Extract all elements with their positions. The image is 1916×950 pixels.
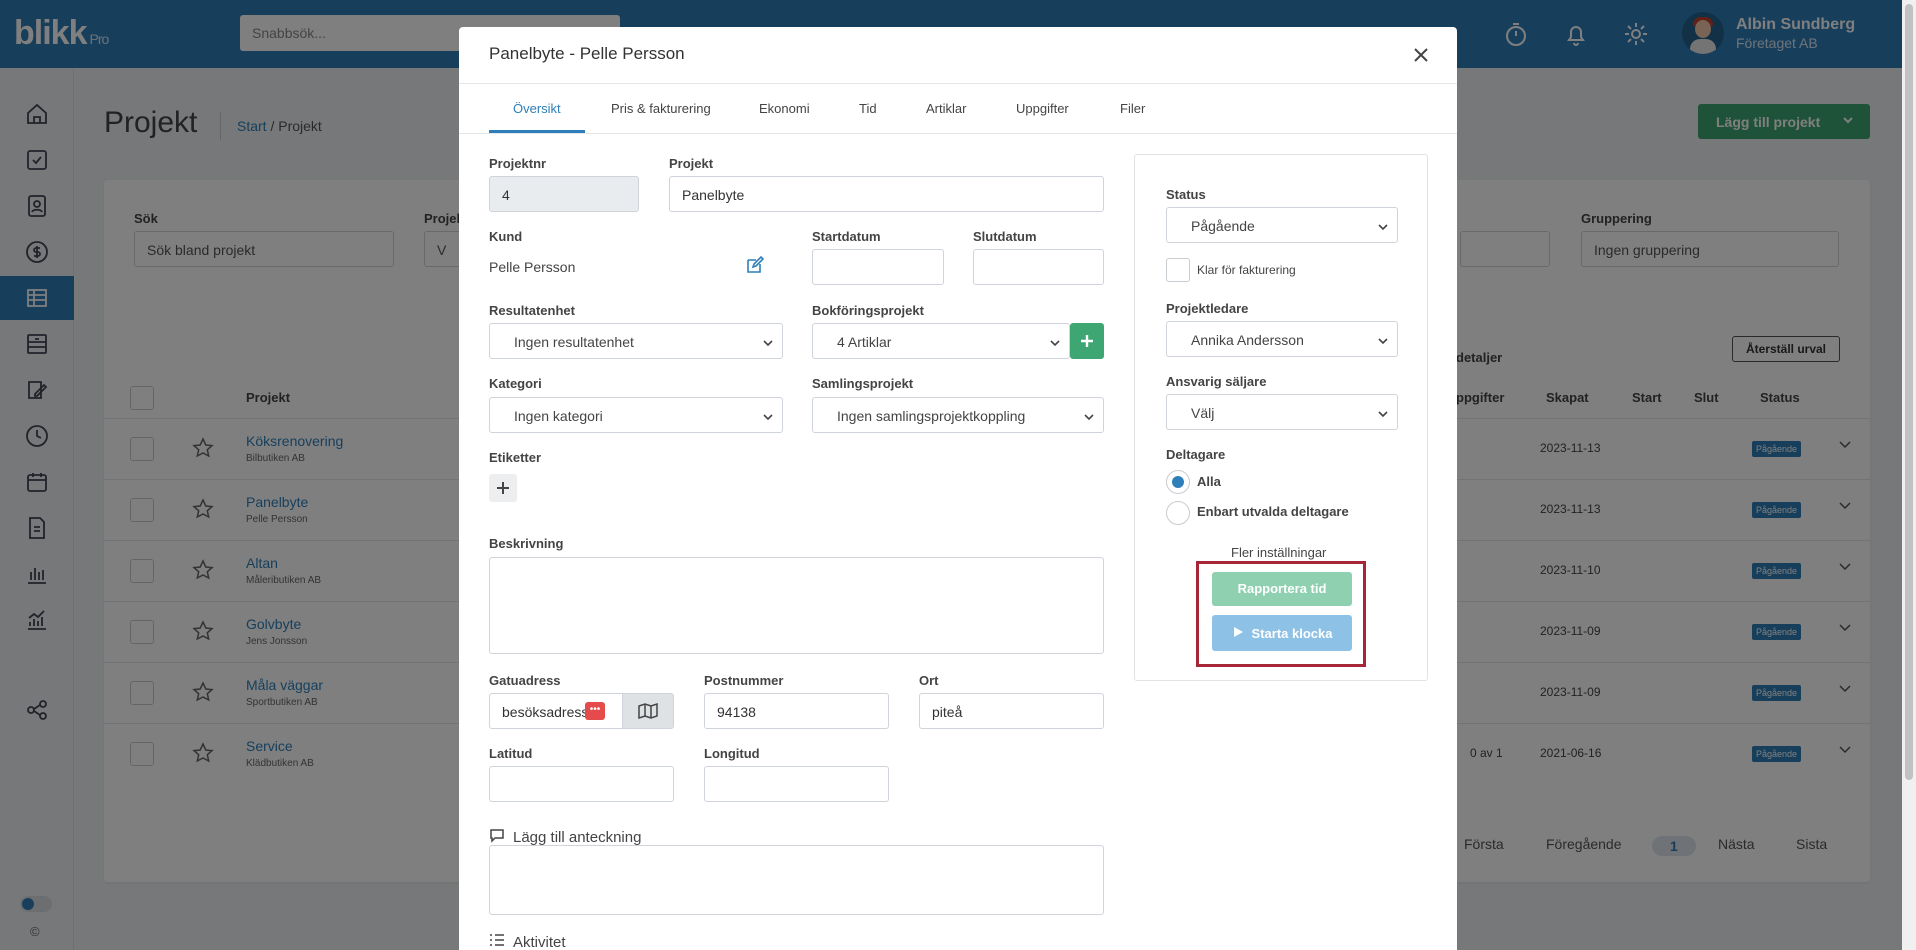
beskrivning-label: Beskrivning: [489, 536, 564, 551]
kund-label: Kund: [489, 229, 523, 244]
tab-ekonomi[interactable]: Ekonomi: [759, 101, 810, 116]
kund-link[interactable]: Pelle Persson: [489, 259, 575, 275]
longitud-label: Longitud: [704, 746, 760, 761]
slutdatum-field[interactable]: [973, 249, 1104, 285]
modal-title: Panelbyte - Pelle Persson: [489, 44, 685, 63]
add-bokforing-button[interactable]: [1070, 323, 1104, 359]
chevron-down-icon: [1377, 334, 1389, 350]
radio-alla[interactable]: [1166, 470, 1190, 494]
klar-checkbox[interactable]: [1166, 258, 1190, 282]
close-icon[interactable]: [1411, 45, 1431, 65]
deltagare-label: Deltagare: [1166, 447, 1226, 462]
bokforing-select[interactable]: 4 Artiklar: [812, 323, 1070, 359]
note-heading: Lägg till anteckning: [489, 827, 641, 847]
gatuadress-label: Gatuadress: [489, 673, 561, 688]
password-manager-icon[interactable]: •••: [585, 702, 605, 720]
resultatenhet-label: Resultatenhet: [489, 303, 575, 318]
projektledare-select[interactable]: Annika Andersson: [1166, 321, 1398, 357]
kategori-select[interactable]: Ingen kategori: [489, 397, 783, 433]
projektnr-field: 4: [489, 176, 639, 212]
projekt-field[interactable]: Panelbyte: [669, 176, 1104, 212]
slutdatum-label: Slutdatum: [973, 229, 1037, 244]
kategori-label: Kategori: [489, 376, 542, 391]
projekt-label: Projekt: [669, 156, 714, 171]
map-icon[interactable]: [622, 693, 674, 729]
postnummer-field[interactable]: 94138: [704, 693, 889, 729]
note-textarea[interactable]: [489, 845, 1104, 915]
divider: [459, 133, 1457, 134]
saljare-select[interactable]: Välj: [1166, 394, 1398, 430]
chevron-down-icon: [762, 336, 774, 352]
status-label: Status: [1166, 187, 1206, 202]
samlings-label: Samlingsprojekt: [812, 376, 914, 391]
tab-filer[interactable]: Filer: [1120, 101, 1145, 116]
postnummer-label: Postnummer: [704, 673, 784, 688]
play-icon: [1232, 626, 1244, 641]
divider: [459, 83, 1457, 84]
radio-alla-label: Alla: [1197, 474, 1221, 489]
project-modal: Panelbyte - Pelle Persson Översikt Pris …: [459, 27, 1457, 950]
radio-utvalda-label: Enbart utvalda deltagare: [1197, 504, 1349, 519]
beskrivning-textarea[interactable]: [489, 557, 1104, 654]
longitud-field[interactable]: [704, 766, 889, 802]
edit-icon[interactable]: [745, 255, 765, 278]
saljare-label: Ansvarig säljare: [1166, 374, 1267, 389]
latitud-field[interactable]: [489, 766, 674, 802]
projektnr-label: Projektnr: [489, 156, 547, 171]
ort-field[interactable]: piteå: [919, 693, 1104, 729]
ort-label: Ort: [919, 673, 939, 688]
latitud-label: Latitud: [489, 746, 533, 761]
chevron-down-icon: [1377, 407, 1389, 423]
report-time-button[interactable]: Rapportera tid: [1212, 572, 1352, 606]
tab-tid[interactable]: Tid: [859, 101, 877, 116]
radio-utvalda[interactable]: [1166, 501, 1190, 525]
chevron-down-icon: [762, 410, 774, 426]
start-clock-button[interactable]: Starta klocka: [1212, 615, 1352, 651]
startdatum-field[interactable]: [812, 249, 944, 285]
list-icon: [489, 933, 505, 950]
tab-uppgifter[interactable]: Uppgifter: [1016, 101, 1069, 116]
resultatenhet-select[interactable]: Ingen resultatenhet: [489, 323, 783, 359]
chevron-down-icon: [1049, 336, 1061, 352]
speech-bubble-icon: [489, 827, 505, 847]
tab-artiklar[interactable]: Artiklar: [926, 101, 966, 116]
tab-oversikt[interactable]: Översikt: [513, 101, 561, 116]
more-settings-link[interactable]: Fler inställningar: [1231, 545, 1326, 560]
bokforing-label: Bokföringsprojekt: [812, 303, 924, 318]
tab-pris-fakturering[interactable]: Pris & fakturering: [611, 101, 711, 116]
chevron-down-icon: [1083, 410, 1095, 426]
add-tag-button[interactable]: [489, 474, 517, 502]
etiketter-label: Etiketter: [489, 450, 542, 465]
samlings-select[interactable]: Ingen samlingsprojektkoppling: [812, 397, 1104, 433]
klar-label: Klar för fakturering: [1197, 263, 1296, 277]
projektledare-label: Projektledare: [1166, 301, 1249, 316]
startdatum-label: Startdatum: [812, 229, 881, 244]
scrollbar[interactable]: [1902, 0, 1916, 950]
activity-heading: Aktivitet: [489, 933, 566, 950]
status-select[interactable]: Pågående: [1166, 207, 1398, 243]
chevron-down-icon: [1377, 220, 1389, 236]
